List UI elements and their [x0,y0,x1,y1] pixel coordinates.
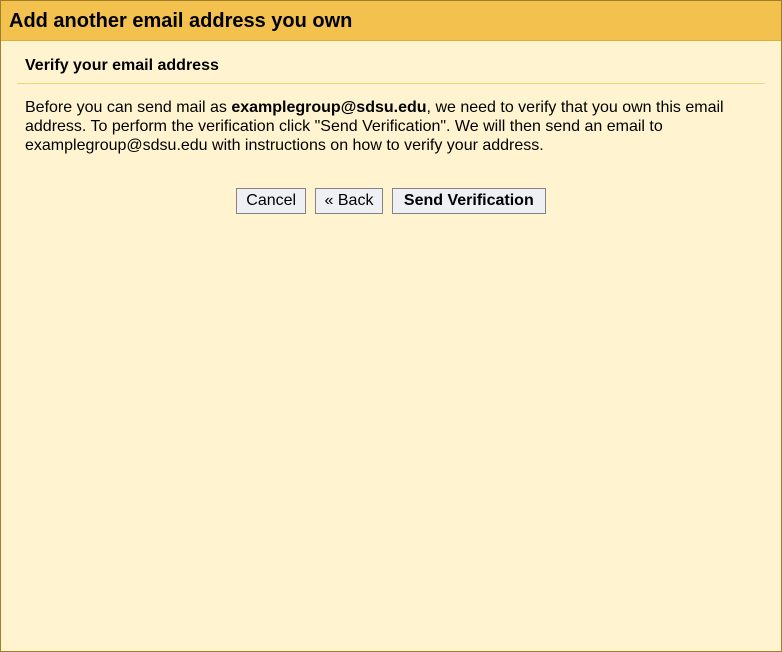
back-button[interactable]: « Back [315,188,384,214]
description-email: examplegroup@sdsu.edu [231,99,426,116]
subtitle-wrap: Verify your email address [17,53,765,84]
dialog-subtitle: Verify your email address [25,57,757,75]
dialog-header: Add another email address you own [1,1,781,41]
button-row: Cancel « Back Send Verification [17,188,765,214]
description-text-before: Before you can send mail as [25,99,231,116]
send-verification-button[interactable]: Send Verification [392,188,546,214]
dialog-title: Add another email address you own [9,10,771,33]
cancel-button[interactable]: Cancel [236,188,306,214]
dialog-body: Verify your email address Before you can… [1,41,781,651]
verification-description: Before you can send mail as examplegroup… [17,98,765,156]
add-email-dialog: Add another email address you own Verify… [0,0,782,652]
